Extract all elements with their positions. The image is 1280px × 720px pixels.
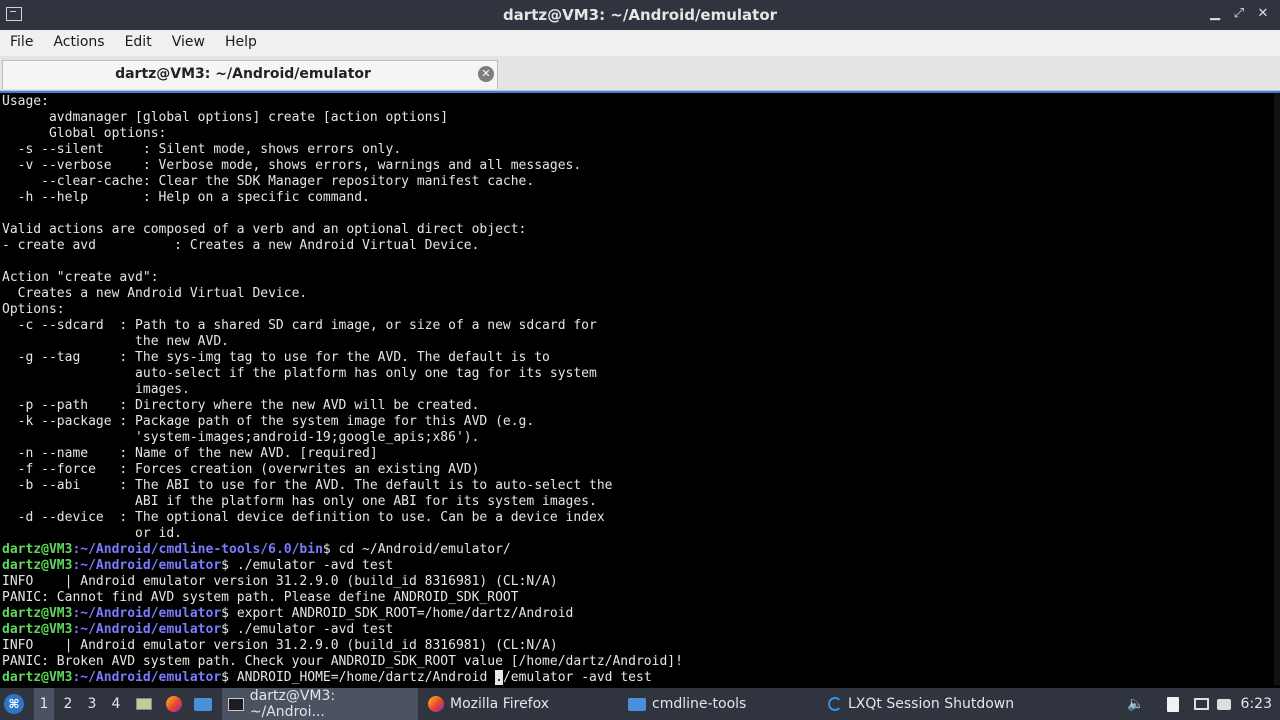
output-line: auto-select if the platform has only one… bbox=[2, 366, 597, 381]
command-text: $ ./emulator -avd test bbox=[221, 622, 394, 637]
firefox-icon bbox=[428, 696, 444, 712]
tab-label: dartz@VM3: ~/Android/emulator bbox=[115, 66, 371, 82]
task-firefox[interactable]: Mozilla Firefox bbox=[422, 688, 618, 720]
folder-icon bbox=[628, 697, 646, 711]
terminal-lines: Usage: avdmanager [global options] creat… bbox=[2, 94, 683, 685]
text-cursor: . bbox=[495, 670, 503, 685]
menu-file[interactable]: File bbox=[0, 30, 43, 56]
output-line: - create avd : Creates a new Android Vir… bbox=[2, 238, 480, 253]
output-line: -g --tag : The sys-img tag to use for th… bbox=[2, 350, 550, 365]
command-text: $ export ANDROID_SDK_ROOT=/home/dartz/An… bbox=[221, 606, 574, 621]
lxqt-start-icon: ⌘ bbox=[4, 694, 24, 714]
prompt-user: dartz@VM3 bbox=[2, 542, 73, 557]
prompt-line: dartz@VM3:~/Android/emulator$ ANDROID_HO… bbox=[2, 670, 683, 685]
menu-edit[interactable]: Edit bbox=[115, 30, 162, 56]
clock[interactable]: 6:23 bbox=[1241, 688, 1272, 720]
output-line: 'system-images;android-19;google_apis;x8… bbox=[2, 430, 480, 445]
task-label: Mozilla Firefox bbox=[450, 696, 550, 712]
prompt-user: dartz@VM3 bbox=[2, 622, 73, 637]
window-title: dartz@VM3: ~/Android/emulator bbox=[502, 6, 778, 24]
keyboard-icon[interactable] bbox=[1214, 688, 1234, 720]
output-line: -d --device : The optional device defini… bbox=[2, 510, 605, 525]
output-line: -h --help : Help on a specific command. bbox=[2, 190, 370, 205]
prompt-user: dartz@VM3 bbox=[2, 670, 73, 685]
volume-icon[interactable]: 🔈 bbox=[1126, 688, 1146, 720]
tab-close-icon[interactable]: ✕ bbox=[478, 66, 494, 82]
start-menu-button[interactable]: ⌘ bbox=[4, 688, 28, 720]
prompt-path: :~/Android/emulator bbox=[72, 670, 222, 685]
output-line: INFO | Android emulator version 31.2.9.0… bbox=[2, 638, 558, 653]
output-line: --clear-cache: Clear the SDK Manager rep… bbox=[2, 174, 535, 189]
command-text-after-cursor: /emulator -avd test bbox=[502, 670, 652, 685]
desktop-3-button[interactable]: 3 bbox=[82, 688, 102, 720]
output-line: -k --package : Package path of the syste… bbox=[2, 414, 535, 429]
close-window-button[interactable]: ✕ bbox=[1256, 6, 1270, 22]
taskbar: ⌘ 1 2 3 4 dartz@VM3: ~/Androi... Mozilla… bbox=[0, 688, 1280, 720]
task-label: dartz@VM3: ~/Androi... bbox=[249, 688, 336, 720]
terminal-icon bbox=[228, 697, 244, 711]
task-terminal[interactable]: dartz@VM3: ~/Androi... bbox=[222, 688, 418, 720]
output-line: the new AVD. bbox=[2, 334, 229, 349]
output-line: INFO | Android emulator version 31.2.9.0… bbox=[2, 574, 558, 589]
command-text: $ cd ~/Android/emulator/ bbox=[322, 542, 511, 557]
output-line: -s --silent : Silent mode, shows errors … bbox=[2, 142, 402, 157]
prompt-user: dartz@VM3 bbox=[2, 558, 73, 573]
menu-help[interactable]: Help bbox=[215, 30, 267, 56]
prompt-line: dartz@VM3:~/Android/emulator$ export AND… bbox=[2, 606, 683, 622]
maximize-button[interactable]: ⤢ bbox=[1232, 6, 1246, 22]
output-line: Valid actions are composed of a verb and… bbox=[2, 222, 527, 237]
output-line: ABI if the platform has only one ABI for… bbox=[2, 494, 597, 509]
output-line: -f --force : Forces creation (overwrites… bbox=[2, 462, 480, 477]
output-line: or id. bbox=[2, 526, 183, 541]
lxqt-icon bbox=[828, 697, 842, 711]
task-label: LXQt Session Shutdown bbox=[848, 696, 1015, 712]
terminal-tab[interactable]: dartz@VM3: ~/Android/emulator ✕ bbox=[2, 60, 498, 89]
desktop-4-button[interactable]: 4 bbox=[106, 688, 126, 720]
output-line: Options: bbox=[2, 302, 65, 317]
output-line: -b --abi : The ABI to use for the AVD. T… bbox=[2, 478, 613, 493]
output-line: -n --name : Name of the new AVD. [requir… bbox=[2, 446, 378, 461]
network-icon[interactable] bbox=[1191, 688, 1211, 720]
command-text: $ ANDROID_HOME=/home/dartz/Android bbox=[221, 670, 496, 685]
output-line: -p --path : Directory where the new AVD … bbox=[2, 398, 480, 413]
window-titlebar[interactable]: dartz@VM3: ~/Android/emulator ▁ ⤢ ✕ bbox=[0, 0, 1280, 30]
output-line: Action "create avd": bbox=[2, 270, 159, 285]
firefox-launcher-icon[interactable] bbox=[163, 688, 185, 720]
menu-bar: File Actions Edit View Help bbox=[0, 30, 1280, 56]
clipboard-icon[interactable] bbox=[1163, 688, 1183, 720]
desktop-1-button[interactable]: 1 bbox=[34, 688, 54, 720]
output-line: avdmanager [global options] create [acti… bbox=[2, 110, 449, 125]
minimize-button[interactable]: ▁ bbox=[1208, 6, 1222, 22]
tab-bar: dartz@VM3: ~/Android/emulator ✕ bbox=[0, 56, 1280, 91]
desktop-2-button[interactable]: 2 bbox=[58, 688, 78, 720]
output-line: PANIC: Broken AVD system path. Check you… bbox=[2, 654, 683, 669]
prompt-path: :~/Android/cmdline-tools/6.0/bin bbox=[72, 542, 323, 557]
output-line: Usage: bbox=[2, 94, 49, 109]
task-label: cmdline-tools bbox=[652, 696, 747, 712]
prompt-line: dartz@VM3:~/Android/cmdline-tools/6.0/bi… bbox=[2, 542, 683, 558]
command-text: $ ./emulator -avd test bbox=[221, 558, 394, 573]
prompt-line: dartz@VM3:~/Android/emulator$ ./emulator… bbox=[2, 622, 683, 638]
output-line: -v --verbose : Verbose mode, shows error… bbox=[2, 158, 582, 173]
terminal-output[interactable]: Usage: avdmanager [global options] creat… bbox=[0, 91, 1280, 685]
task-cmdline-tools[interactable]: cmdline-tools bbox=[622, 688, 818, 720]
output-line: -c --sdcard : Path to a shared SD card i… bbox=[2, 318, 597, 333]
prompt-line: dartz@VM3:~/Android/emulator$ ./emulator… bbox=[2, 558, 683, 574]
prompt-path: :~/Android/emulator bbox=[72, 606, 222, 621]
menu-actions[interactable]: Actions bbox=[43, 30, 114, 56]
prompt-path: :~/Android/emulator bbox=[72, 558, 222, 573]
output-line: images. bbox=[2, 382, 190, 397]
prompt-path: :~/Android/emulator bbox=[72, 622, 222, 637]
output-line: PANIC: Cannot find AVD system path. Plea… bbox=[2, 590, 519, 605]
prompt-user: dartz@VM3 bbox=[2, 606, 73, 621]
show-desktop-icon[interactable] bbox=[133, 688, 155, 720]
output-line: Creates a new Android Virtual Device. bbox=[2, 286, 308, 301]
terminal-scrollbar[interactable] bbox=[1274, 93, 1280, 685]
task-lxqt-shutdown[interactable]: LXQt Session Shutdown bbox=[822, 688, 1022, 720]
menu-view[interactable]: View bbox=[162, 30, 215, 56]
output-line: Global options: bbox=[2, 126, 167, 141]
file-manager-launcher-icon[interactable] bbox=[192, 688, 214, 720]
